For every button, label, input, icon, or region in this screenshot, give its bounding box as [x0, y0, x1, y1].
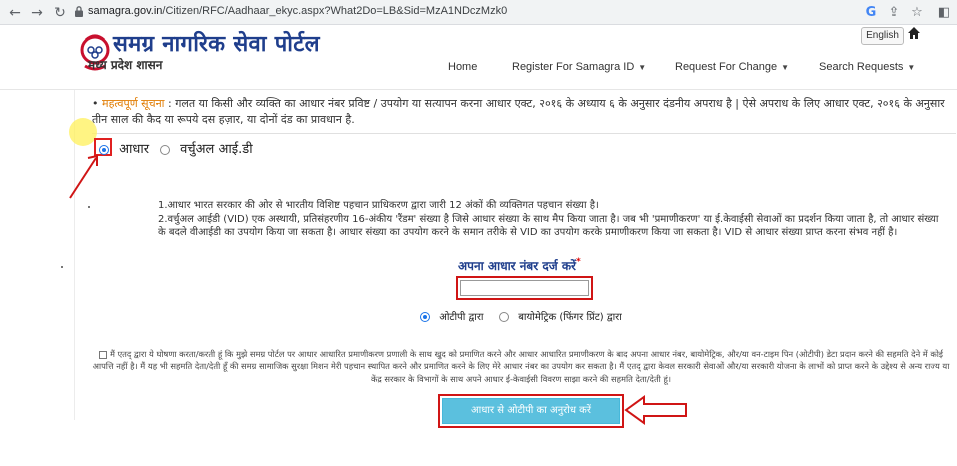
cursor-highlight — [69, 118, 97, 146]
nav-search-label: Search Requests — [819, 61, 904, 73]
share-icon[interactable]: ⇪ — [885, 4, 903, 22]
browser-toolbar: ← → ↻ samagra.gov.in/Citizen/RFC/Aadhaar… — [0, 0, 957, 25]
chevron-down-icon: ▼ — [781, 63, 790, 72]
english-language-button[interactable]: English — [861, 27, 904, 45]
aadhaar-number-input[interactable] — [460, 280, 589, 296]
otp-radio-button[interactable] — [420, 312, 430, 322]
site-header: समग्र नागरिक सेवा पोर्टल मध्य प्रदेश शास… — [0, 25, 957, 90]
stray-dot — [61, 266, 63, 268]
url-host: samagra.gov.in — [88, 5, 163, 17]
forward-icon[interactable]: → — [28, 4, 46, 22]
vid-radio-label: वर्चुअल आई.डी — [180, 142, 253, 157]
nav-register-label: Register For Samagra ID — [512, 61, 635, 73]
address-bar[interactable]: samagra.gov.in/Citizen/RFC/Aadhaar_ekyc.… — [88, 5, 507, 17]
annotation-arrow-icon — [69, 154, 98, 199]
url-path: /Citizen/RFC/Aadhaar_ekyc.aspx?What2Do=L… — [162, 5, 508, 17]
notice-text: : गलत या किसी और व्यक्ति का आधार नंबर प्… — [92, 97, 945, 126]
aadhaar-field-label: अपना आधार नंबर दर्ज करें* — [458, 257, 581, 274]
consent-declaration: मैं एतद् द्वारा ये घोषणा करता/करती हूं क… — [88, 348, 954, 385]
reload-icon[interactable]: ↻ — [51, 4, 69, 22]
bookmark-star-icon[interactable]: ☆ — [908, 4, 926, 22]
consent-text: मैं एतद् द्वारा ये घोषणा करता/करती हूं क… — [92, 349, 950, 384]
chevron-down-icon: ▼ — [638, 63, 647, 72]
back-icon[interactable]: ← — [6, 4, 24, 22]
biometric-radio-label: बायोमेट्रिक (फिंगर प्रिंट) द्वारा — [518, 312, 622, 323]
aadhaar-field-label-text: अपना आधार नंबर दर्ज करें — [458, 259, 576, 273]
nav-search-requests[interactable]: Search Requests ▼ — [819, 61, 915, 73]
info-line-2: 2.वर्चुअल आईडी (VID) एक अस्थायी, प्रतिसं… — [158, 213, 939, 239]
home-icon[interactable] — [907, 26, 921, 40]
nav-home-label: Home — [448, 61, 478, 73]
biometric-radio-button[interactable] — [499, 312, 509, 322]
lock-icon — [75, 6, 83, 17]
portal-title: समग्र नागरिक सेवा पोर्टल — [113, 31, 320, 57]
info-line-1: 1.आधार भारत सरकार की ओर से भारतीय विशिष्… — [158, 200, 599, 211]
stray-dot — [88, 206, 90, 208]
notice-label: महत्वपूर्ण सूचना — [102, 97, 165, 110]
radio-virtual-id[interactable]: वर्चुअल आई.डी — [160, 139, 253, 157]
radio-biometric[interactable]: बायोमेट्रिक (फिंगर प्रिंट) द्वारा — [499, 309, 622, 323]
vid-radio-button[interactable] — [160, 144, 170, 155]
nav-request-label: Request For Change — [675, 61, 778, 73]
aadhaar-radio-label: आधार — [119, 142, 150, 157]
chevron-down-icon: ▼ — [907, 63, 916, 72]
consent-checkbox[interactable] — [98, 350, 107, 359]
required-mark: * — [575, 257, 581, 267]
portal-subtitle: मध्य प्रदेश शासन — [88, 58, 163, 72]
nav-register[interactable]: Register For Samagra ID ▼ — [512, 61, 646, 73]
aadhaar-info: 1.आधार भारत सरकार की ओर से भारतीय विशिष्… — [158, 199, 948, 240]
divider — [92, 133, 956, 134]
submit-arrow-icon — [624, 395, 687, 425]
radio-aadhaar[interactable]: आधार — [99, 139, 149, 157]
sidepanel-icon[interactable]: ◧ — [935, 4, 953, 22]
legal-notice: • महत्वपूर्ण सूचना : गलत या किसी और व्यक… — [92, 97, 945, 126]
nav-request-change[interactable]: Request For Change ▼ — [675, 61, 789, 73]
request-otp-button[interactable]: आधार से ओटीपी का अनुरोध करें — [442, 398, 620, 424]
otp-radio-label: ओटीपी द्वारा — [439, 312, 484, 323]
nav-home[interactable]: Home — [448, 61, 477, 73]
radio-otp[interactable]: ओटीपी द्वारा — [420, 309, 484, 323]
google-icon[interactable]: G — [862, 4, 880, 22]
